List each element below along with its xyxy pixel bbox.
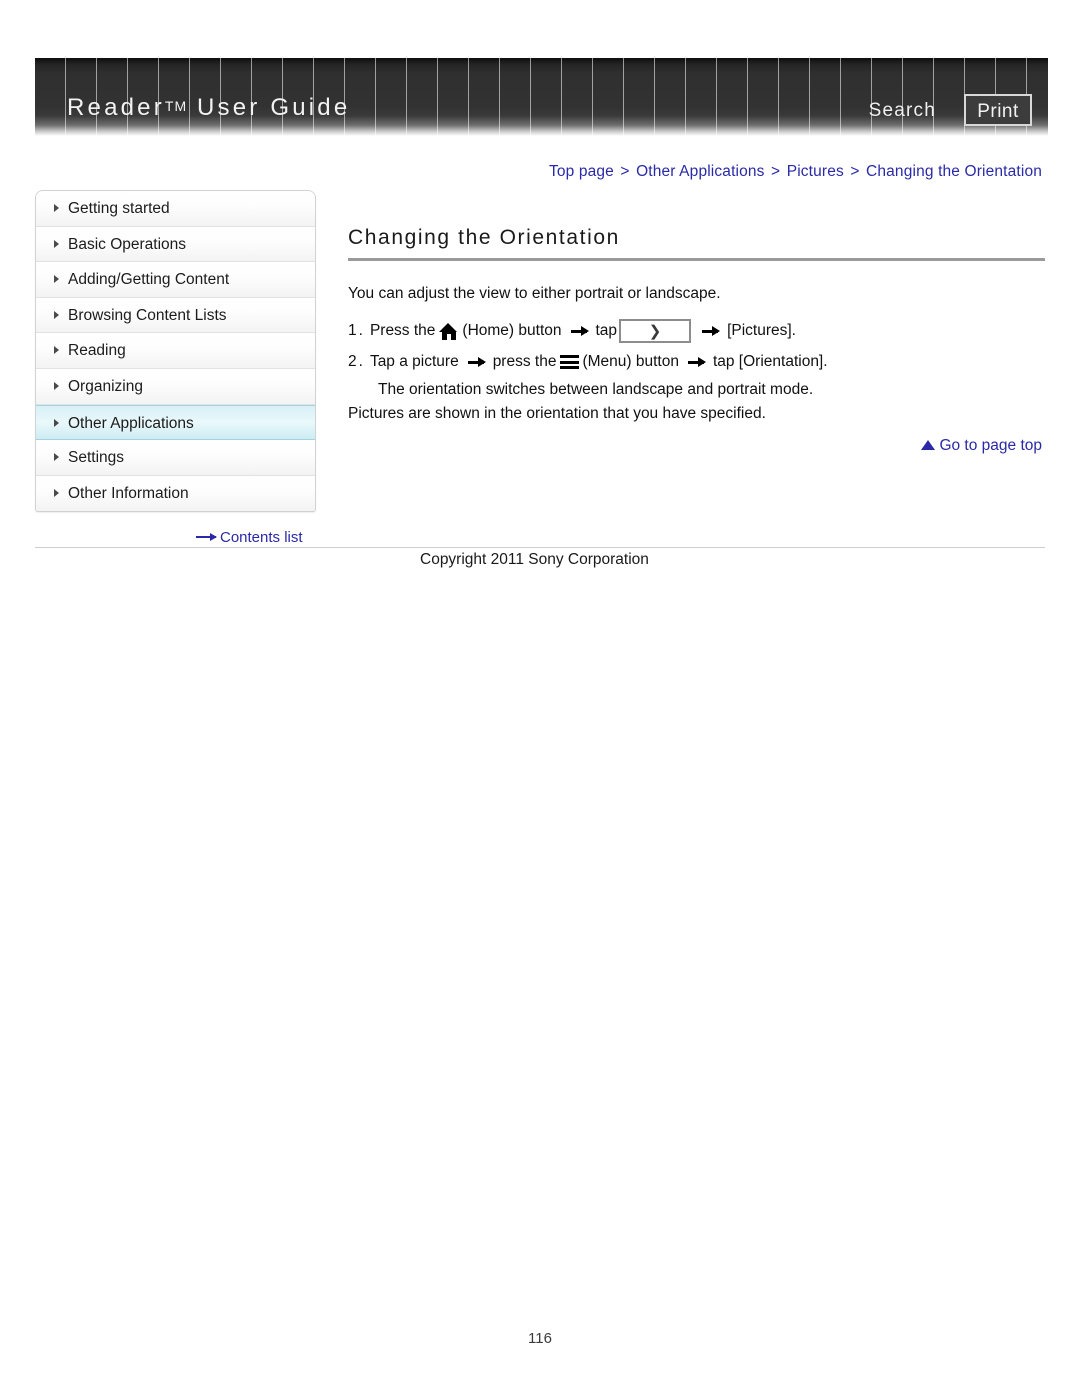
triangle-right-icon — [54, 239, 59, 248]
page-title: Changing the Orientation — [348, 226, 620, 249]
sidebar-item-reading[interactable]: Reading — [36, 333, 315, 369]
triangle-right-icon — [54, 275, 59, 284]
breadcrumb-item-pictures[interactable]: Pictures — [787, 163, 844, 180]
sidebar-item-label: Other Information — [68, 484, 189, 502]
sidebar-item-label: Reading — [68, 342, 126, 360]
triangle-up-icon — [921, 440, 936, 450]
contents-list-label: Contents list — [220, 529, 303, 546]
chevron-right-button-icon: ❯ — [619, 319, 692, 343]
step-2-description: The orientation switches between landsca… — [378, 381, 814, 398]
step-1-text-c: tap — [595, 322, 618, 339]
triangle-right-icon — [54, 453, 59, 462]
sidebar-item-label: Other Applications — [68, 414, 194, 432]
menu-icon — [560, 355, 580, 369]
breadcrumb-separator: > — [771, 163, 781, 180]
breadcrumb-separator: > — [620, 163, 630, 180]
heading-divider — [348, 258, 1045, 261]
footer-divider — [35, 547, 1045, 548]
sidebar-item-basic-operations[interactable]: Basic Operations — [36, 226, 315, 263]
step-1-text-a: Press the — [369, 322, 436, 339]
arrow-right-icon — [196, 533, 217, 541]
sidebar-item-adding-getting-content[interactable]: Adding/Getting Content — [36, 262, 315, 298]
breadcrumb-item-top-page[interactable]: Top page — [549, 163, 614, 180]
step-2-text-b: press the — [492, 353, 557, 370]
step-2-text-d: tap [Orientation]. — [712, 353, 828, 370]
go-to-page-top-link[interactable]: Go to page top — [921, 437, 1042, 455]
arrow-right-icon — [702, 325, 721, 336]
arrow-right-icon — [687, 356, 706, 367]
arrow-right-icon — [570, 325, 589, 336]
sidebar-item-organizing[interactable]: Organizing — [36, 368, 315, 405]
sidebar-item-other-applications[interactable]: Other Applications — [36, 404, 315, 441]
sidebar-item-label: Organizing — [68, 377, 143, 395]
sidebar-item-label: Browsing Content Lists — [68, 306, 227, 324]
sidebar-item-label: Basic Operations — [68, 235, 187, 253]
triangle-right-icon — [54, 310, 59, 319]
triangle-right-icon — [54, 204, 59, 212]
intro-paragraph: You can adjust the view to either portra… — [348, 285, 721, 302]
print-button[interactable]: Print — [964, 94, 1032, 126]
sidebar-item-label: Adding/Getting Content — [68, 271, 230, 289]
contents-list-link[interactable]: Contents list — [196, 529, 303, 546]
triangle-right-icon — [54, 381, 59, 390]
copyright-text: Copyright 2011 Sony Corporation — [420, 551, 649, 568]
sidebar-item-settings[interactable]: Settings — [36, 440, 315, 476]
search-button[interactable]: Search — [869, 100, 936, 122]
triangle-right-icon — [54, 346, 59, 355]
sidebar-item-label: Settings — [68, 449, 125, 467]
breadcrumb-item-current: Changing the Orientation — [866, 163, 1042, 180]
sidebar-nav: Getting started Basic Operations Adding/… — [35, 190, 316, 513]
app-header: ReaderTM User Guide Search Print — [35, 58, 1048, 136]
sidebar-item-getting-started[interactable]: Getting started — [36, 191, 315, 227]
sidebar-item-label: Getting started — [68, 200, 170, 217]
home-icon — [439, 322, 458, 340]
go-to-page-top-label: Go to page top — [939, 437, 1042, 454]
breadcrumb: Top page > Other Applications > Pictures… — [549, 163, 1042, 181]
triangle-right-icon — [54, 488, 59, 497]
triangle-right-icon — [54, 418, 59, 427]
step-2-number: 2. — [348, 353, 365, 370]
step-1-number: 1. — [348, 322, 365, 339]
breadcrumb-separator: > — [850, 163, 860, 180]
app-title: ReaderTM User Guide — [67, 94, 350, 122]
sidebar-item-browsing-content-lists[interactable]: Browsing Content Lists — [36, 297, 315, 334]
step-1-text-d: [Pictures]. — [727, 322, 796, 339]
page-number: 116 — [528, 1330, 552, 1347]
step-1-text-b: (Home) button — [462, 322, 562, 339]
app-title-rest: User Guide — [197, 94, 351, 121]
sidebar-item-other-information[interactable]: Other Information — [36, 475, 315, 512]
step-1: 1. Press the (Home) button tap ❯ [Pictur… — [348, 319, 1045, 343]
main-content: Changing the Orientation You can adjust … — [348, 226, 1045, 423]
step-2-text-a: Tap a picture — [369, 353, 459, 370]
arrow-right-icon — [467, 356, 486, 367]
trademark-symbol: TM — [164, 98, 188, 114]
trailing-paragraph: Pictures are shown in the orientation th… — [348, 405, 766, 422]
breadcrumb-item-other-applications[interactable]: Other Applications — [636, 163, 765, 180]
step-2: 2. Tap a picture press the (Menu) button… — [348, 353, 1045, 371]
step-2-text-c: (Menu) button — [582, 353, 679, 370]
app-title-main: Reader — [67, 94, 165, 121]
